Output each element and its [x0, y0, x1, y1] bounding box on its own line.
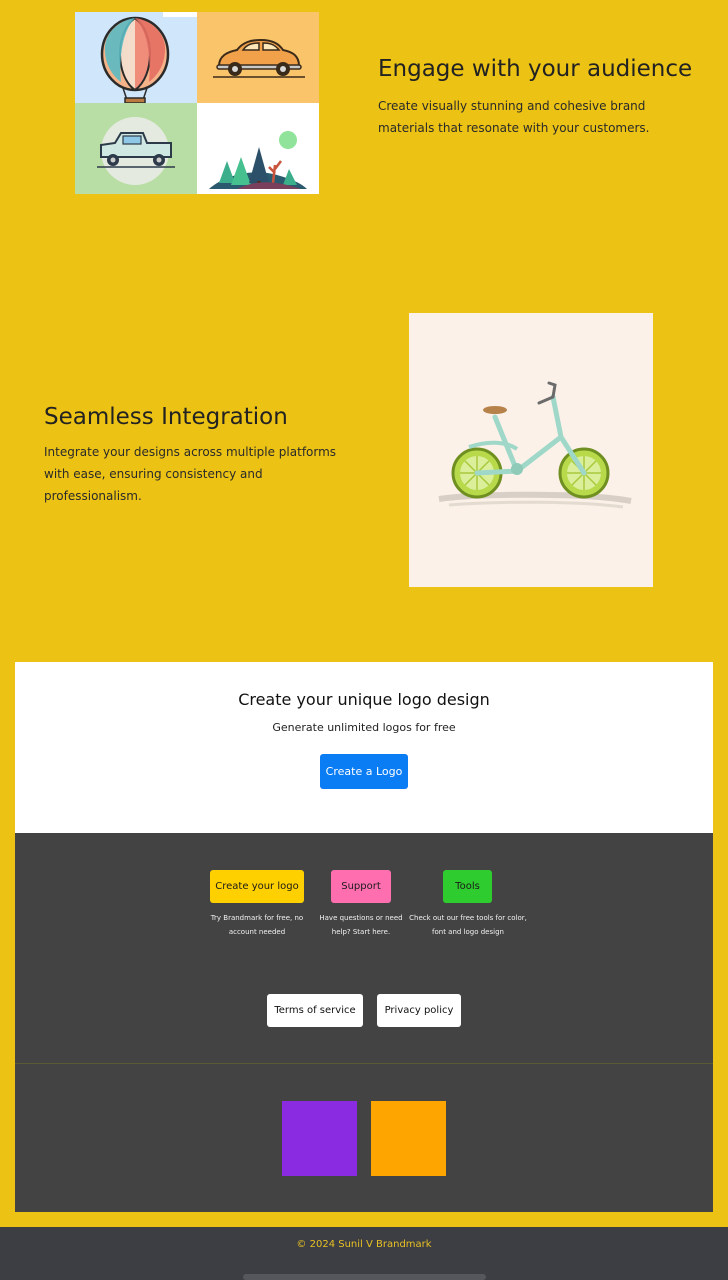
- hot-air-balloon-illustration: [75, 12, 197, 103]
- support-caption: Have questions or need help? Start here.: [319, 914, 403, 936]
- forest-landscape-illustration: [197, 103, 319, 194]
- footer-divider: [15, 1063, 713, 1064]
- pickup-truck-illustration: [75, 103, 197, 194]
- lime-bicycle-illustration: [409, 313, 653, 587]
- tools-button[interactable]: Tools: [443, 870, 492, 903]
- footer-links-section: Create your logo Support Tools Try Brand…: [15, 833, 713, 1212]
- orange-swatch: [371, 1101, 446, 1176]
- create-logo-caption: Try Brandmark for free, no account neede…: [210, 914, 304, 936]
- create-your-logo-button[interactable]: Create your logo: [210, 870, 304, 903]
- feature-title-engage: Engage with your audience: [378, 56, 693, 82]
- vintage-car-illustration: [197, 12, 319, 103]
- tools-caption: Check out our free tools for color, font…: [409, 914, 527, 936]
- privacy-policy-link[interactable]: Privacy policy: [377, 994, 461, 1027]
- feature-title-integration: Seamless Integration: [44, 404, 288, 430]
- create-logo-button[interactable]: Create a Logo: [320, 754, 408, 789]
- feature-description-integration: Integrate your designs across multiple p…: [44, 445, 337, 503]
- support-button[interactable]: Support: [331, 870, 391, 903]
- terms-of-service-link[interactable]: Terms of service: [267, 994, 363, 1027]
- cta-title: Create your unique logo design: [238, 690, 490, 709]
- copyright-text: © 2024 Sunil V Brandmark: [296, 1239, 432, 1250]
- home-indicator[interactable]: [243, 1274, 486, 1280]
- cta-section: Create your unique logo design Generate …: [15, 662, 713, 833]
- illustration-grid: [75, 12, 319, 194]
- feature-description-engage: Create visually stunning and cohesive br…: [378, 99, 650, 135]
- cta-subtitle: Generate unlimited logos for free: [272, 721, 456, 734]
- purple-swatch: [282, 1101, 357, 1176]
- copyright-bar: © 2024 Sunil V Brandmark: [0, 1227, 728, 1280]
